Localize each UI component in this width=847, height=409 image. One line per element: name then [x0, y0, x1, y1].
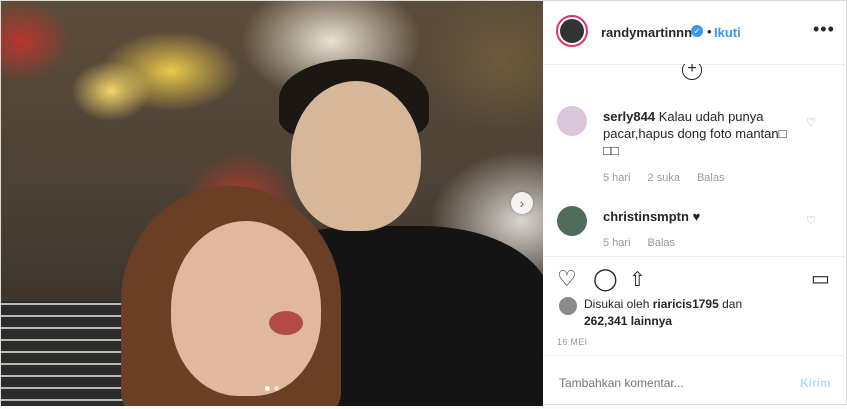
comment-avatar[interactable] — [557, 106, 587, 136]
comment-reply-button[interactable]: Balas — [648, 237, 676, 249]
comment-time[interactable]: 5 hari — [603, 172, 631, 184]
comment-time[interactable]: 5 hari — [603, 237, 631, 249]
verified-badge-icon: ✓ — [691, 25, 703, 37]
follow-button[interactable]: Ikuti — [714, 25, 741, 40]
post-date[interactable]: 16 MEI — [557, 337, 587, 347]
post-sidebar: randymartinnn ✓ • Ikuti ••• + serly844 K… — [543, 1, 847, 406]
comment-reply-button[interactable]: Balas — [697, 172, 725, 184]
photo-woman-face — [171, 221, 321, 396]
bookmark-icon[interactable]: ▭ — [811, 266, 830, 291]
likes-text: Disukai oleh riaricis1795 dan 262,341 la… — [584, 296, 784, 330]
post-actions: ♡ ◯ ⇧ ▭ — [543, 256, 847, 301]
comment-avatar[interactable] — [557, 206, 587, 236]
carousel-dot-active — [265, 386, 270, 391]
liker-avatar[interactable] — [559, 297, 577, 315]
post-comment-button[interactable]: Kirim — [800, 376, 831, 390]
post-photo[interactable]: › — [1, 1, 543, 406]
photo-lips — [269, 311, 303, 335]
heart-icon[interactable]: ♡ — [806, 214, 816, 227]
comment-body: serly844 Kalau udah punya pacar,hapus do… — [603, 108, 803, 159]
carousel-dots — [265, 386, 279, 391]
comment-likes[interactable]: 2 suka — [648, 172, 680, 184]
likes-suffix: dan — [722, 297, 743, 311]
comments-list: + serly844 Kalau udah punya pacar,hapus … — [543, 64, 847, 256]
likes-prefix: Disukai oleh — [584, 297, 650, 311]
carousel-dot — [274, 386, 279, 391]
comment-meta: 5 hari 2 suka Balas — [603, 172, 724, 184]
add-comment-bar: Kirim — [543, 355, 847, 407]
comment-meta: 5 hari Balas — [603, 237, 675, 249]
more-options-button[interactable]: ••• — [813, 19, 835, 40]
comment-text: ♥ — [692, 209, 701, 224]
chevron-right-icon: › — [519, 195, 525, 211]
heart-icon[interactable]: ♡ — [806, 116, 816, 129]
likes-count[interactable]: 262,341 lainnya — [584, 314, 672, 328]
next-photo-button[interactable]: › — [511, 192, 533, 214]
post-card: › randymartinnn ✓ • Ikuti ••• + serly844… — [0, 0, 847, 406]
liker-username[interactable]: riaricis1795 — [653, 297, 719, 311]
photo-man-face — [291, 81, 421, 231]
comment-bubble-icon[interactable]: ◯ — [593, 266, 618, 292]
comment-input[interactable] — [557, 375, 781, 391]
share-icon[interactable]: ⇧ — [629, 267, 646, 292]
load-more-comments-icon[interactable]: + — [682, 64, 702, 80]
comment-username[interactable]: serly844 — [603, 109, 655, 124]
like-heart-icon[interactable]: ♡ — [557, 266, 577, 292]
post-header: randymartinnn ✓ • Ikuti ••• — [543, 1, 847, 65]
comment-username[interactable]: christinsmptn — [603, 209, 689, 224]
header-separator: • — [707, 24, 712, 39]
author-username[interactable]: randymartinnn — [601, 25, 692, 40]
author-avatar[interactable] — [556, 15, 588, 47]
comment-body: christinsmptn ♥ — [603, 208, 803, 225]
